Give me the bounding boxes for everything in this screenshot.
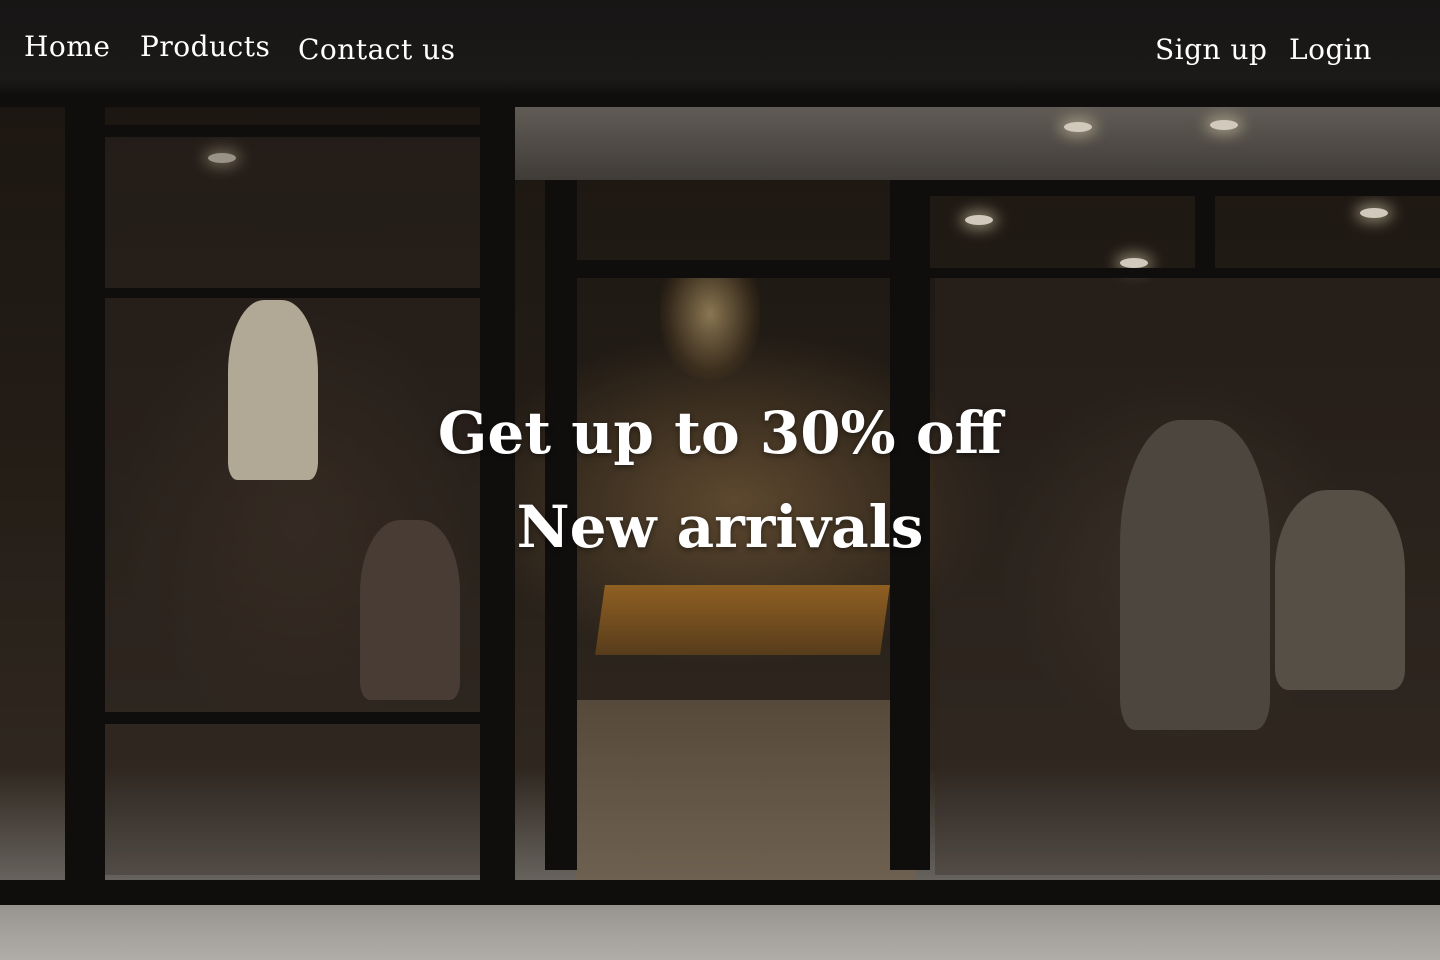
nav-contact-link[interactable]: Contact us — [298, 36, 456, 64]
nav-login-link[interactable]: Login — [1289, 36, 1372, 64]
nav-signup-link[interactable]: Sign up — [1155, 36, 1267, 64]
hero-banner: Home Products Contact us Sign up Login G… — [0, 0, 1440, 960]
nav-home-link[interactable]: Home — [24, 33, 110, 61]
promo-headline: Get up to 30% off — [437, 399, 1003, 467]
image-darken-overlay — [0, 0, 1440, 960]
nav-products-link[interactable]: Products — [140, 33, 270, 61]
promo-subheadline: New arrivals — [516, 493, 924, 561]
